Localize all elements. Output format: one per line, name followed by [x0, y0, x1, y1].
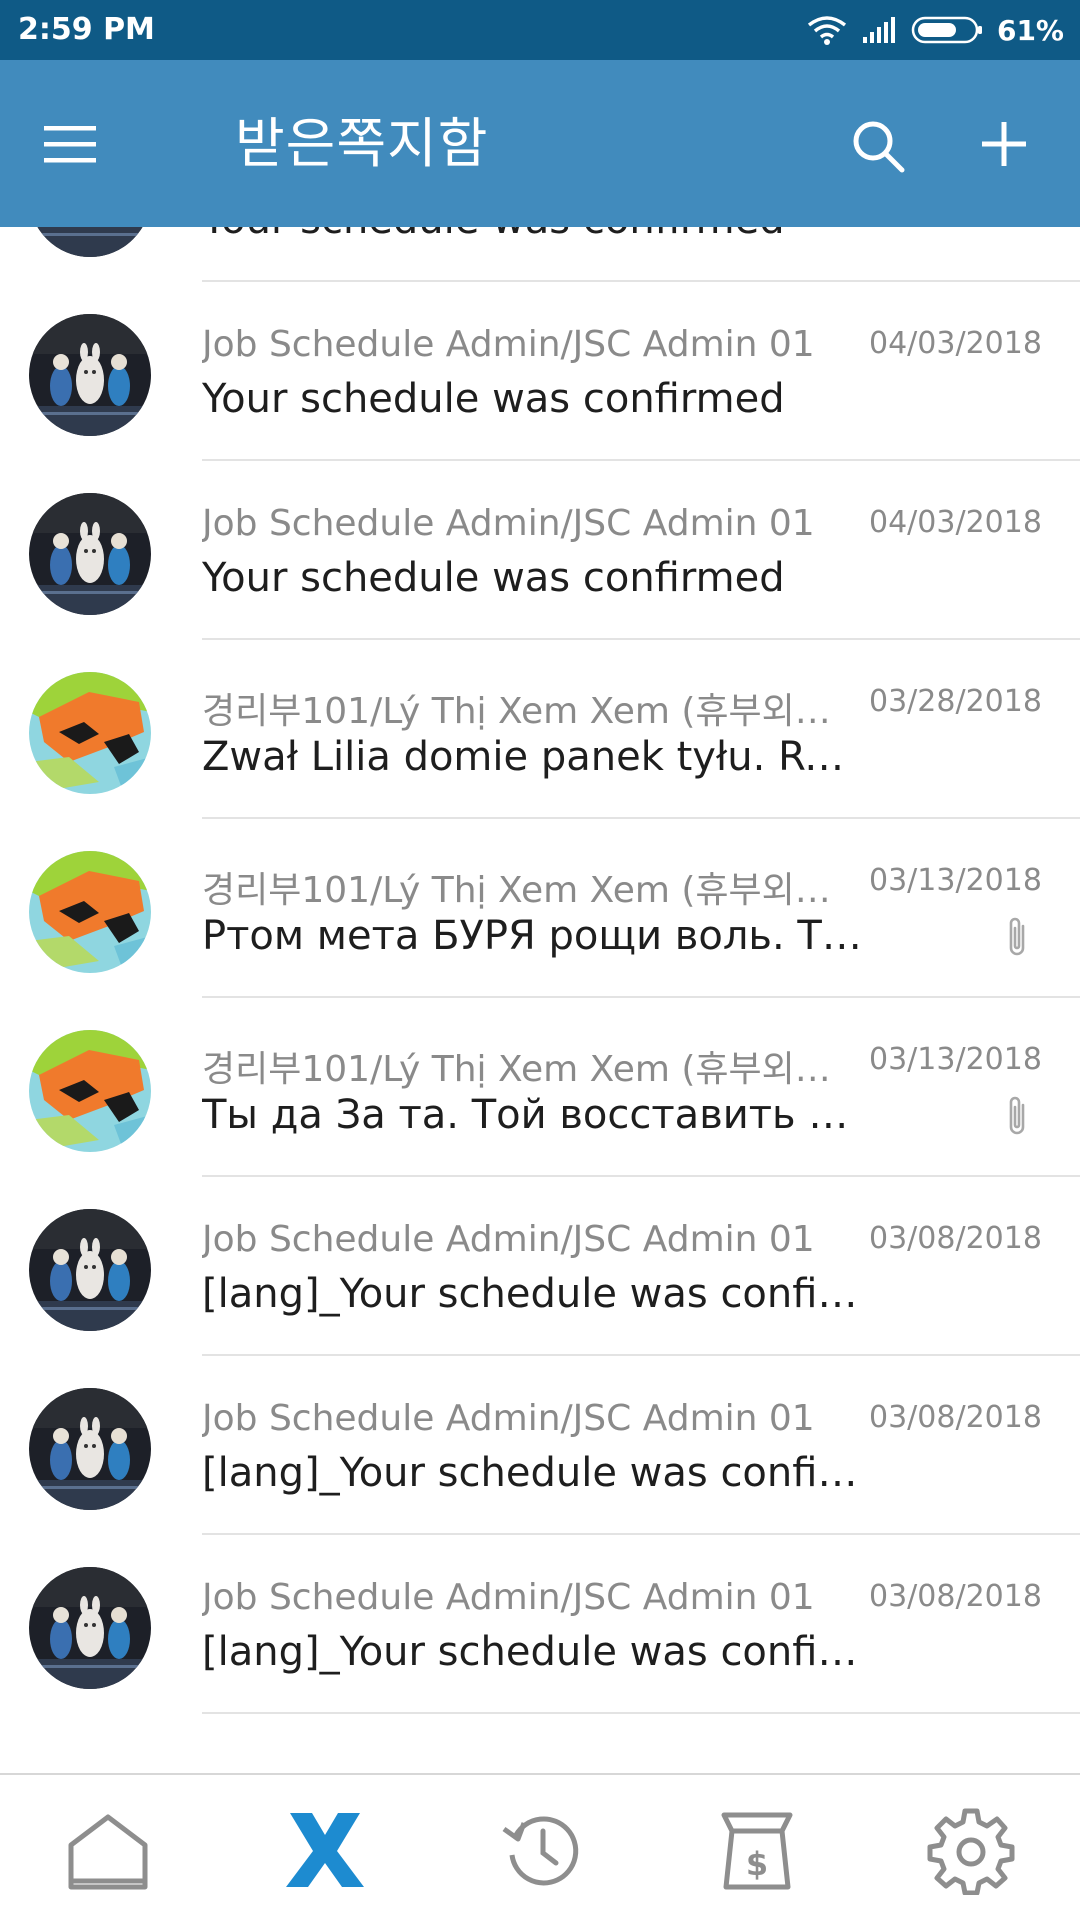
message-date: 03/08/2018 — [869, 1221, 1042, 1256]
search-icon — [853, 121, 905, 173]
avatar-figurines — [29, 227, 151, 257]
attachment-clip-icon — [1003, 1093, 1031, 1139]
message-subject: Ртом мета БУРЯ рощи воль. То... — [202, 913, 862, 959]
avatar-painting — [29, 1030, 151, 1152]
message-sender: 경리부101/Lý Thị Xem Xem (휴부외과 과... — [202, 691, 852, 732]
message-sender: 경리부101/Lý Thị Xem Xem (휴부외과 과... — [202, 1049, 852, 1090]
avatar-figurines — [29, 1209, 151, 1331]
page-title: 받은쪽지함 — [235, 112, 489, 175]
message-subject: Your schedule was confirmed — [202, 227, 862, 243]
message-row[interactable]: Job Schedule Admin/JSC Admin 01 Your sch… — [0, 227, 1080, 282]
row-divider — [202, 1712, 1080, 1714]
attachment-clip-icon — [1003, 914, 1031, 960]
message-subject: Zwał Lilia domie panek tyłu. Resz... — [202, 734, 862, 780]
message-date: 03/08/2018 — [869, 1400, 1042, 1435]
settings-gear-icon — [927, 1808, 1015, 1895]
message-row[interactable]: Job Schedule Admin/JSC Admin 01 Your sch… — [0, 461, 1080, 640]
battery-icon — [911, 15, 983, 45]
nav-messages[interactable] — [280, 1805, 370, 1895]
wifi-icon — [807, 14, 847, 46]
message-date: 03/08/2018 — [869, 1579, 1042, 1614]
avatar-figurines — [29, 493, 151, 615]
message-sender: Job Schedule Admin/JSC Admin 01 — [202, 1219, 815, 1260]
nav-payment[interactable]: $ — [712, 1805, 802, 1895]
status-time: 2:59 PM — [18, 12, 155, 47]
app-bar: 받은쪽지함 — [0, 60, 1080, 227]
message-subject: Your schedule was confirmed — [202, 555, 785, 601]
menu-icon — [44, 126, 96, 163]
message-sender: 경리부101/Lý Thị Xem Xem (휴부외과 과... — [202, 870, 852, 911]
menu-button[interactable] — [40, 112, 104, 176]
avatar-painting — [29, 672, 151, 794]
message-date: 03/13/2018 — [869, 1042, 1042, 1077]
message-date: 03/28/2018 — [869, 684, 1042, 719]
nav-history[interactable] — [498, 1805, 588, 1895]
plus-icon — [982, 122, 1026, 166]
message-row[interactable]: Job Schedule Admin/JSC Admin 01 [lang]_Y… — [0, 1356, 1080, 1535]
message-sender: Job Schedule Admin/JSC Admin 01 — [202, 1577, 815, 1618]
message-row[interactable]: 경리부101/Lý Thị Xem Xem (휴부외과 과... Ртом ме… — [0, 819, 1080, 998]
message-date: 04/03/2018 — [869, 326, 1042, 361]
message-list[interactable]: Job Schedule Admin/JSC Admin 01 Your sch… — [0, 227, 1080, 1773]
message-subject: [lang]_Your schedule was confirm... — [202, 1271, 862, 1317]
history-clock-icon — [502, 1816, 579, 1886]
message-subject: [lang]_Your schedule was confirm... — [202, 1450, 862, 1496]
compose-button[interactable] — [972, 112, 1036, 176]
signal-icon — [861, 15, 897, 45]
search-button[interactable] — [848, 116, 908, 176]
avatar-figurines — [29, 1388, 151, 1510]
message-sender: Job Schedule Admin/JSC Admin 01 — [202, 1398, 815, 1439]
bottom-nav: $ — [0, 1773, 1080, 1922]
message-date: 03/13/2018 — [869, 863, 1042, 898]
message-row[interactable]: Job Schedule Admin/JSC Admin 01 [lang]_Y… — [0, 1177, 1080, 1356]
message-subject: [lang]_Your schedule was confirm... — [202, 1629, 862, 1675]
message-date: 04/03/2018 — [869, 505, 1042, 540]
svg-text:$: $ — [746, 1845, 768, 1883]
status-icons: 61% — [807, 0, 1064, 60]
battery-percentage: 61% — [996, 13, 1064, 47]
avatar-figurines — [29, 314, 151, 436]
nav-home[interactable] — [63, 1805, 153, 1895]
avatar-figurines — [29, 1567, 151, 1689]
message-subject: Ты да За та. Той восставить Ос... — [202, 1092, 862, 1138]
nav-settings[interactable] — [926, 1805, 1016, 1895]
message-row[interactable]: Job Schedule Admin/JSC Admin 01 Your sch… — [0, 282, 1080, 461]
message-sender: Job Schedule Admin/JSC Admin 01 — [202, 324, 815, 365]
message-row[interactable]: 경리부101/Lý Thị Xem Xem (휴부외과 과... Ты да З… — [0, 998, 1080, 1177]
avatar-painting — [29, 851, 151, 973]
home-icon — [68, 1814, 148, 1890]
money-bag-icon: $ — [721, 1812, 793, 1890]
message-sender: Job Schedule Admin/JSC Admin 01 — [202, 503, 815, 544]
status-bar: 2:59 PM 61% — [0, 0, 1080, 60]
message-subject: Your schedule was confirmed — [202, 376, 785, 422]
message-row[interactable]: Job Schedule Admin/JSC Admin 01 [lang]_Y… — [0, 1535, 1080, 1714]
message-row[interactable]: 경리부101/Lý Thị Xem Xem (휴부외과 과... Zwał Li… — [0, 640, 1080, 819]
x-logo-icon — [286, 1813, 364, 1887]
